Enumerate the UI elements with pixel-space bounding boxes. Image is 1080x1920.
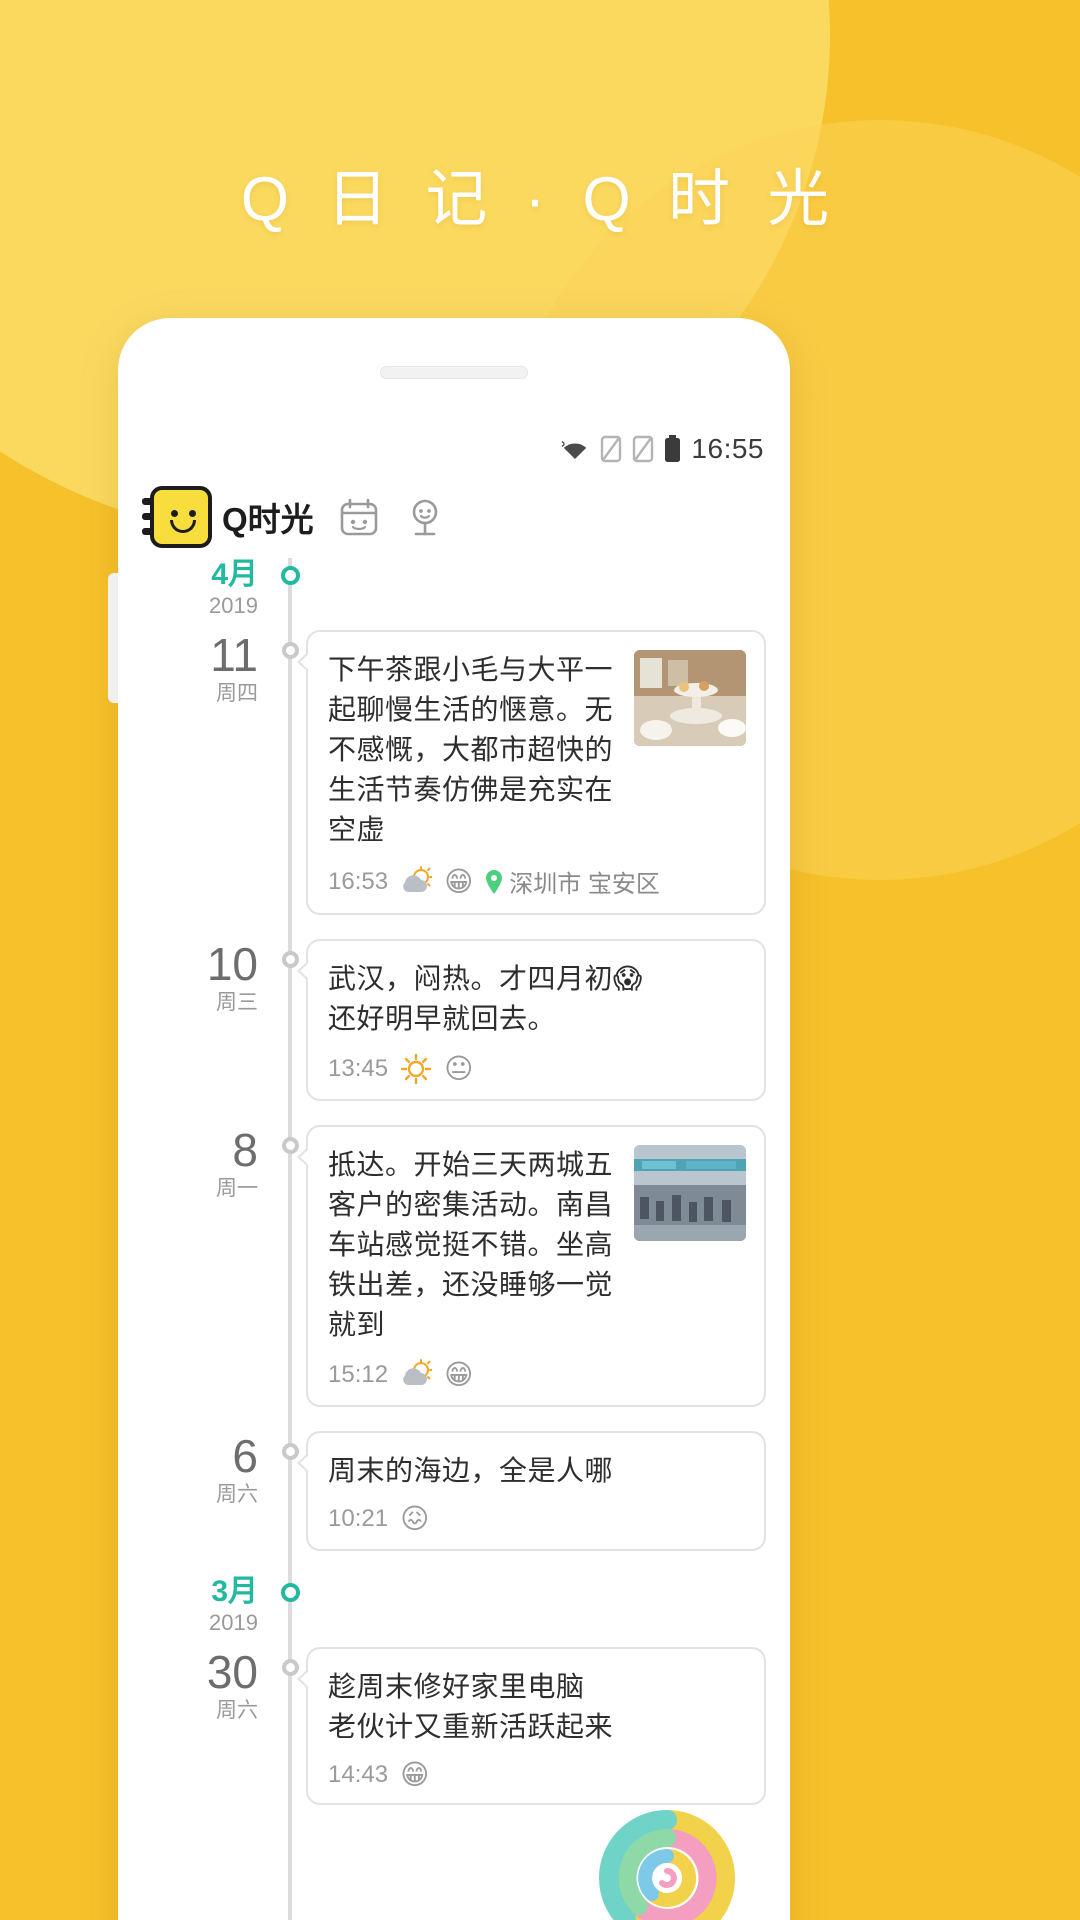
entry-day: 6 xyxy=(232,1430,258,1482)
entry-time: 10:21 xyxy=(328,1505,389,1532)
phone-volume-button xyxy=(108,573,118,703)
sim-card-disabled-icon xyxy=(632,435,654,463)
afternoon-tea-photo[interactable] xyxy=(634,650,746,746)
year-label: 2019 xyxy=(209,1610,258,1635)
entry-text: 趁周末修好家里电脑 老伙计又重新活跃起来 xyxy=(328,1671,614,1742)
entry-weekday: 周四 xyxy=(216,682,258,705)
timeline-entry-dot xyxy=(282,951,299,968)
timeline-month-header: 4月 2019 xyxy=(124,558,784,630)
list-item[interactable]: 6 周六 周末的海边，全是人哪 10:21 😖 xyxy=(124,1431,784,1551)
entry-card[interactable]: 趁周末修好家里电脑 老伙计又重新活跃起来 14:43 😁 xyxy=(297,1647,766,1805)
timeline-entry-dot xyxy=(282,1443,299,1460)
sun-icon xyxy=(400,1053,432,1085)
list-item[interactable]: 8 周一 抵达。开始三天两城五客户的密集活动。南昌车站感觉挺不错。坐高铁出差，还… xyxy=(124,1125,784,1407)
timeline-entry-dot xyxy=(282,642,299,659)
mood-emoji: 😐 xyxy=(444,1053,474,1084)
app-title: Q时光 xyxy=(222,501,314,538)
timeline-entry-dot xyxy=(282,1137,299,1154)
entry-weekday: 周六 xyxy=(216,1699,258,1722)
entry-text: 周末的海边，全是人哪 xyxy=(328,1455,614,1486)
entry-text: 抵达。开始三天两城五客户的密集活动。南昌车站感觉挺不错。坐高铁出差，还没睡够一觉… xyxy=(328,1149,614,1340)
entry-weekday: 周一 xyxy=(216,1177,258,1200)
train-station-photo[interactable] xyxy=(634,1145,746,1241)
user-icon[interactable] xyxy=(404,496,446,538)
sun-cloud-icon xyxy=(400,865,434,898)
list-item[interactable]: 10 周三 武汉，闷热。才四月初😱 还好明早就回去。 13:45 😐 xyxy=(124,939,784,1101)
entry-card[interactable]: 周末的海边，全是人哪 10:21 😖 xyxy=(297,1431,766,1551)
entry-day: 30 xyxy=(206,1646,258,1698)
phone-screen: 16:55 Q时光 4月 2019 11 周四 下午茶跟小毛与大平一起聊慢生活的… xyxy=(124,418,784,1920)
entry-time: 15:12 xyxy=(328,1361,389,1388)
month-label: 4月 xyxy=(211,558,258,591)
mood-emoji: 😁 xyxy=(444,1359,474,1390)
entry-meta: 13:45 😐 xyxy=(328,1053,746,1085)
entry-meta: 10:21 😖 xyxy=(328,1505,746,1533)
entry-card[interactable]: 抵达。开始三天两城五客户的密集活动。南昌车站感觉挺不错。坐高铁出差，还没睡够一觉… xyxy=(297,1125,766,1407)
entry-location: 深圳市 宝安区 xyxy=(485,864,660,899)
entry-meta: 14:43 😁 xyxy=(328,1761,746,1789)
hero-title: Q 日 记 · Q 时 光 xyxy=(240,165,840,234)
calendar-icon[interactable] xyxy=(338,496,380,538)
status-bar-time: 16:55 xyxy=(691,433,764,464)
q-shiguang-logo xyxy=(142,486,212,548)
year-label: 2019 xyxy=(209,593,258,618)
entry-time: 14:43 xyxy=(328,1761,389,1788)
sun-cloud-icon xyxy=(400,1359,434,1391)
entry-text: 武汉，闷热。才四月初😱 还好明早就回去。 xyxy=(328,963,643,1034)
sim-card-disabled-icon xyxy=(600,435,622,463)
timeline-list[interactable]: 4月 2019 11 周四 下午茶跟小毛与大平一起聊慢生活的惬意。无不感慨，大都… xyxy=(124,558,784,1920)
app-header: Q时光 xyxy=(124,480,784,558)
entry-meta: 16:53 😁 深圳市 宝安区 xyxy=(328,864,746,899)
mood-emoji: 😖 xyxy=(400,1503,430,1534)
entry-weekday: 周六 xyxy=(216,1483,258,1506)
entry-time: 13:45 xyxy=(328,1055,389,1082)
phone-speaker xyxy=(380,366,528,379)
entry-location-text: 深圳市 宝安区 xyxy=(509,871,660,898)
entry-text: 下午茶跟小毛与大平一起聊慢生活的惬意。无不感慨，大都市超快的生活节奏仿佛是充实在… xyxy=(328,654,614,845)
entry-meta: 15:12 😁 xyxy=(328,1359,746,1391)
status-bar: 16:55 xyxy=(124,418,784,480)
entry-day: 8 xyxy=(232,1124,258,1176)
battery-full-icon xyxy=(664,435,681,463)
timeline-month-dot xyxy=(281,1583,300,1602)
timeline-month-dot xyxy=(281,566,300,585)
entry-time: 16:53 xyxy=(328,867,389,895)
lollipop-decoration xyxy=(592,1806,742,1920)
app-screenshot: Q 日 记 · Q 时 光 16:55 Q时光 4月 2019 11 周四 下午… xyxy=(0,0,1080,1920)
wifi-icon xyxy=(560,437,590,461)
list-item[interactable]: 11 周四 下午茶跟小毛与大平一起聊慢生活的惬意。无不感慨，大都市超快的生活节奏… xyxy=(124,630,784,915)
entry-card[interactable]: 武汉，闷热。才四月初😱 还好明早就回去。 13:45 😐 xyxy=(297,939,766,1101)
entry-day: 10 xyxy=(206,938,258,990)
mood-emoji: 😁 xyxy=(400,1759,430,1790)
phone-mockup: 16:55 Q时光 4月 2019 11 周四 下午茶跟小毛与大平一起聊慢生活的… xyxy=(108,318,790,1920)
timeline-month-header: 3月 2019 xyxy=(124,1575,784,1647)
entry-card[interactable]: 下午茶跟小毛与大平一起聊慢生活的惬意。无不感慨，大都市超快的生活节奏仿佛是充实在… xyxy=(297,630,766,915)
mood-emoji: 😁 xyxy=(444,865,474,897)
list-item[interactable]: 30 周六 趁周末修好家里电脑 老伙计又重新活跃起来 14:43 😁 xyxy=(124,1647,784,1805)
timeline-entry-dot xyxy=(282,1659,299,1676)
entry-weekday: 周三 xyxy=(216,991,258,1014)
location-pin-icon xyxy=(485,869,503,894)
month-label: 3月 xyxy=(211,1575,258,1608)
entry-day: 11 xyxy=(210,629,258,681)
